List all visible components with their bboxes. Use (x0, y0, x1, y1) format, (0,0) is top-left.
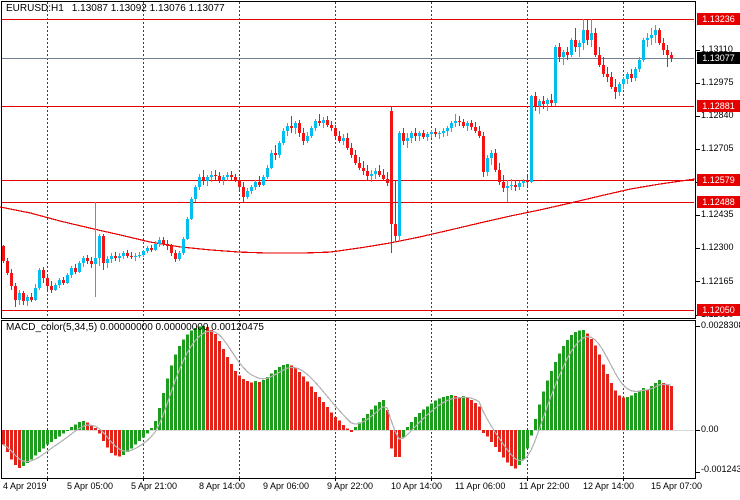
level-price-badge: 1.12488 (697, 196, 740, 209)
candlestick-series[interactable] (2, 19, 673, 307)
level-price-badge: 1.12881 (697, 100, 740, 112)
macd-tick-label: 0.00 (701, 424, 719, 434)
time-tick-label: 9 Apr 22:00 (327, 481, 374, 491)
price-tick-label: 1.12975 (701, 76, 734, 87)
price-tick-label: 1.12435 (701, 209, 734, 220)
level-lines (2, 19, 694, 311)
indicator-label: MACD_color(5,34,5) 0.00000000 0.00000000… (6, 322, 264, 333)
time-tick-label: 9 Apr 06:00 (263, 481, 310, 491)
macd-tick-label: 0.0028308 (701, 319, 740, 330)
time-tick-label: 12 Apr 14:00 (583, 481, 635, 491)
time-tick-label: 4 Apr 2019 (3, 481, 47, 491)
time-tick-label: 5 Apr 21:00 (131, 481, 178, 491)
macd-tick-label: -0.0012430 (701, 464, 740, 474)
time-tick-label: 11 Apr 22:00 (519, 481, 570, 491)
time-tick-label: 11 Apr 06:00 (455, 481, 506, 491)
current-price-badge: 1.13077 (697, 51, 740, 64)
level-price-badge: 1.12579 (697, 174, 740, 187)
price-tick-label: 1.12165 (701, 275, 734, 286)
time-axis[interactable]: 4 Apr 2019 5 Apr 05:00 5 Apr 21:00 8 Apr 14… (0, 480, 740, 496)
time-tick-label: 8 Apr 14:00 (199, 481, 246, 491)
level-price-badge: 1.13236 (697, 13, 740, 25)
level-price-badge: 1.12050 (697, 303, 740, 316)
symbol-timeframe-label: EURUSD:H1 (6, 3, 64, 14)
chart-canvas[interactable] (0, 0, 740, 500)
macd-histogram[interactable] (2, 326, 673, 469)
price-axis[interactable]: 1.131101.129751.128401.127051.125701.124… (696, 0, 740, 500)
trading-chart-window: EURUSD:H1 1.13087 1.13092 1.13076 1.13077… (0, 0, 740, 500)
time-tick-label: 5 Apr 05:00 (67, 481, 114, 491)
chart-title: EURUSD:H1 1.13087 1.13092 1.13076 1.13077 (6, 3, 225, 14)
ohlc-readout: 1.13087 1.13092 1.13076 1.13077 (71, 3, 225, 14)
price-tick-label: 1.12300 (701, 242, 734, 253)
time-tick-label: 15 Apr 07:00 (651, 481, 703, 491)
time-tick-label: 10 Apr 14:00 (391, 481, 443, 491)
indicator-name: MACD_color(5,34,5) (6, 322, 98, 333)
grid-lines (47, 2, 624, 481)
price-tick-label: 1.12705 (701, 143, 734, 154)
indicator-values: 0.00000000 0.00000000 0.00120475 (99, 322, 264, 333)
